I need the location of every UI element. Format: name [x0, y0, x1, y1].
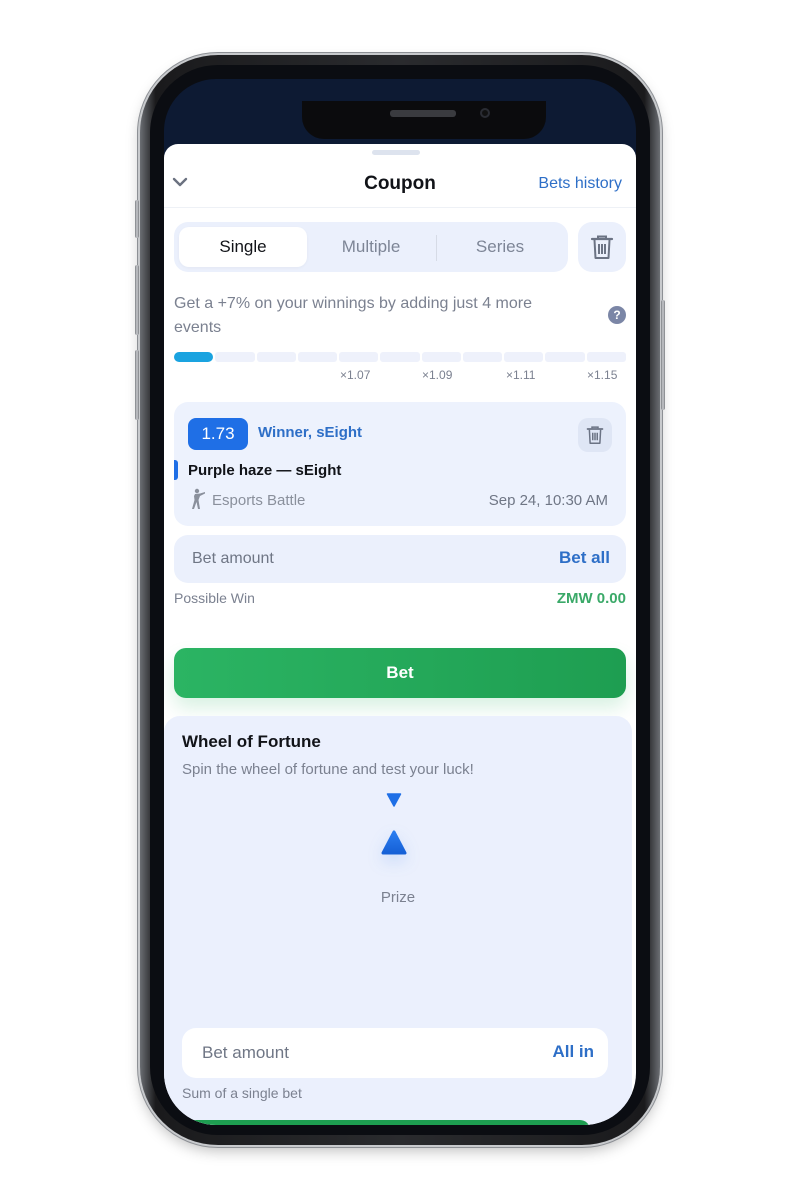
bonus-progress-bar	[174, 352, 626, 362]
progress-segment	[462, 352, 503, 362]
phone-mute-switch	[135, 200, 139, 238]
possible-win-value: ZMW 0.00	[556, 590, 626, 607]
selection-accent-bar	[174, 460, 178, 480]
match-name: Purple haze — sEight	[188, 462, 342, 479]
wheel-subtitle: Spin the wheel of fortune and test your …	[182, 761, 474, 778]
phone-volume-up	[135, 265, 139, 335]
multiplier-label: ×1.07	[340, 368, 371, 382]
notch	[302, 101, 546, 139]
multiplier-label: ×1.15	[587, 368, 618, 382]
possible-win-label: Possible Win	[174, 590, 255, 606]
bet-type-tabs: Single Multiple Series	[174, 222, 568, 272]
phone-power-button	[661, 300, 665, 410]
front-camera	[480, 108, 490, 118]
progress-segment	[504, 352, 544, 362]
multiplier-label: ×1.09	[422, 368, 453, 382]
multiplier-label: ×1.11	[506, 368, 536, 382]
progress-segment	[586, 352, 626, 362]
sport-label: Esports Battle	[212, 492, 306, 509]
coupon-sheet: Coupon Bets history Single Multiple Seri…	[164, 144, 636, 1125]
bet-amount-input[interactable]: Bet amount Bet all	[174, 535, 626, 583]
market-label: Winner, sEight	[258, 424, 363, 441]
trash-icon	[590, 235, 614, 259]
phone-volume-down	[135, 350, 139, 420]
wheel-bet-amount-input[interactable]: Bet amount All in	[182, 1028, 608, 1078]
speaker-grille	[390, 110, 456, 117]
all-in-button[interactable]: All in	[552, 1042, 594, 1062]
coupon-header: Coupon Bets history	[164, 162, 636, 208]
odds-badge[interactable]: 1.73	[188, 418, 248, 450]
tab-multiple[interactable]: Multiple	[307, 227, 435, 267]
prize-label: Prize	[380, 889, 416, 906]
progress-segment	[215, 352, 255, 362]
wheel-of-fortune-card: Wheel of Fortune Spin the wheel of fortu…	[164, 716, 632, 1125]
bet-all-button[interactable]: Bet all	[559, 548, 610, 568]
progress-segment	[380, 352, 420, 362]
wheel-bet-amount-placeholder: Bet amount	[202, 1043, 289, 1062]
wheel-pointer-down-icon	[386, 793, 402, 807]
esports-soldier-icon	[192, 488, 205, 509]
clear-coupon-button[interactable]	[578, 222, 626, 272]
spin-button[interactable]	[182, 1120, 590, 1125]
progress-segment	[421, 352, 461, 362]
bets-history-link[interactable]: Bets history	[538, 175, 622, 193]
progress-segment-filled	[174, 352, 214, 362]
tab-single[interactable]: Single	[179, 227, 307, 267]
wheel-title: Wheel of Fortune	[182, 732, 321, 751]
progress-segment	[339, 352, 379, 362]
progress-segment	[256, 352, 296, 362]
promo-text: Get a +7% on your winnings by adding jus…	[174, 295, 532, 336]
progress-segment	[297, 352, 338, 362]
progress-segment	[545, 352, 585, 362]
trash-icon	[586, 426, 604, 444]
tab-series[interactable]: Series	[436, 227, 564, 267]
help-icon[interactable]: ?	[608, 306, 626, 324]
phone-frame: Coupon Bets history Single Multiple Seri…	[135, 55, 665, 1145]
sheet-drag-handle[interactable]	[372, 150, 420, 155]
place-bet-button[interactable]: Bet	[174, 648, 626, 698]
bet-selection-card: 1.73 Winner, sEight Purple haze — sEight	[174, 402, 626, 526]
event-date: Sep 24, 10:30 AM	[488, 492, 608, 509]
wheel-pointer-up-icon[interactable]	[380, 829, 408, 857]
bet-amount-placeholder: Bet amount	[192, 550, 274, 567]
remove-selection-button[interactable]	[578, 418, 612, 452]
wheel-bet-hint: Sum of a single bet	[182, 1085, 302, 1101]
phone-screen: Coupon Bets history Single Multiple Seri…	[164, 79, 636, 1125]
